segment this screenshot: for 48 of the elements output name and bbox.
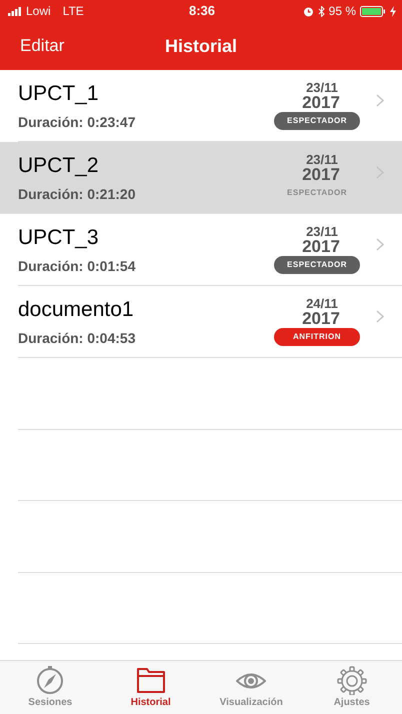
session-date: 23/11	[306, 80, 338, 94]
network-type: LTE	[62, 3, 84, 20]
chevron-icon	[376, 238, 384, 251]
charging-icon	[390, 6, 396, 16]
session-row[interactable]: UPCT_2 Duración: 0:21:20 23/11 2017 ESPECTADOR	[0, 142, 402, 214]
session-duration: Duración: 0:21:20	[18, 185, 136, 204]
tab-item[interactable]: Sesiones	[0, 661, 100, 714]
carrier-name: Lowi	[26, 3, 51, 20]
session-name: UPCT_2	[18, 153, 100, 179]
session-row[interactable]: UPCT_3 Duración: 0:01:54 23/11 2017 ESPECTADOR	[18, 214, 402, 286]
role-label: ESPECTADOR	[274, 256, 360, 274]
session-duration: Duración: 0:01:54	[18, 257, 136, 276]
role-label: ESPECTADOR	[274, 112, 360, 130]
session-date: 23/11	[306, 152, 338, 166]
tab-label: Ajustes	[334, 696, 370, 710]
session-date: 23/11	[306, 224, 338, 238]
alarm-icon	[302, 6, 314, 16]
session-year: 2017	[302, 310, 340, 328]
tab-item[interactable]: Ajustes	[302, 661, 402, 714]
session-name: UPCT_1	[18, 81, 100, 107]
session-name: UPCT_3	[18, 225, 100, 251]
battery-icon	[360, 6, 386, 16]
chevron-icon	[376, 310, 384, 323]
tab-label: Visualización	[220, 696, 283, 710]
tab-label: Historial	[130, 696, 171, 710]
session-year: 2017	[302, 94, 340, 112]
edit-button[interactable]: Editar	[20, 33, 64, 59]
role-label: ESPECTADOR	[286, 187, 348, 200]
tab-item[interactable]: Visualización	[201, 661, 302, 714]
clock-time: 8:36	[188, 2, 216, 20]
session-year: 2017	[302, 238, 340, 256]
settings-icon	[336, 665, 367, 695]
tab-label: Sesiones	[28, 696, 72, 710]
battery-percent: 95 %	[328, 3, 356, 20]
bluetooth-icon	[318, 6, 325, 16]
signal-icon	[8, 6, 22, 16]
tab-item[interactable]: Historial	[100, 661, 201, 714]
folder-icon	[136, 665, 166, 695]
chevron-icon	[376, 94, 384, 107]
session-duration: Duración: 0:04:53	[18, 329, 136, 348]
screen-title: Historial	[164, 34, 238, 58]
session-name: documento1	[18, 297, 135, 323]
session-date: 24/11	[306, 296, 338, 310]
compass-icon	[35, 665, 66, 695]
role-label: ANFITRION	[274, 328, 360, 346]
session-duration: Duración: 0:23:47	[18, 113, 136, 132]
session-row[interactable]: documento1 Duración: 0:04:53 24/11 2017 ANFITRION	[18, 286, 402, 358]
session-year: 2017	[302, 166, 340, 184]
